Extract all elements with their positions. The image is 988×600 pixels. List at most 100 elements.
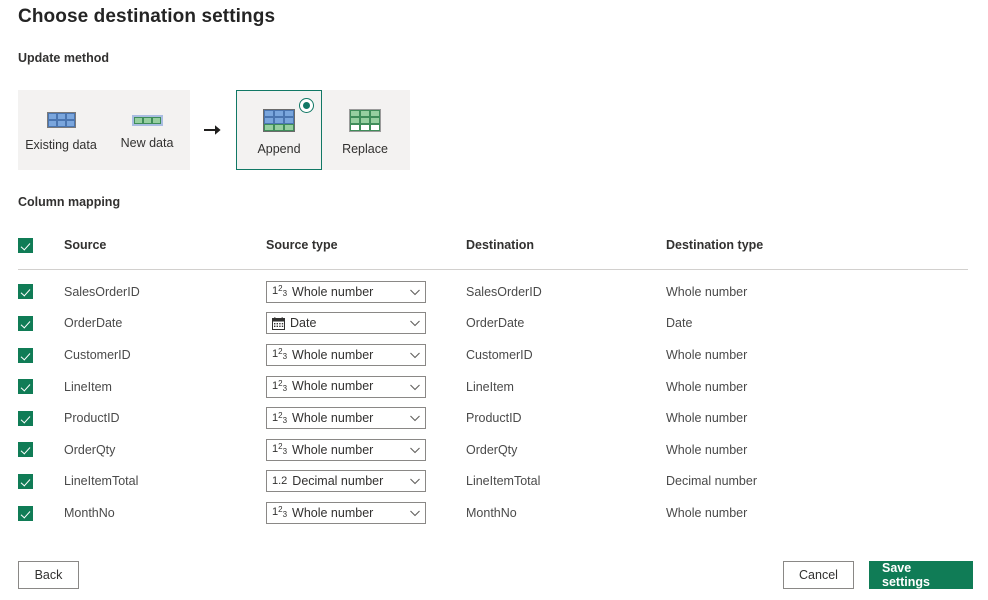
tile-new-data-label: New data: [120, 135, 174, 150]
header-source: Source: [64, 232, 266, 270]
table-row: SalesOrderID 1 2 3 Whole number SalesOrderID W…: [18, 270, 968, 308]
row-checkbox[interactable]: [18, 505, 33, 521]
cell-source: ProductID: [64, 411, 120, 426]
row-checkbox-cell: [18, 371, 64, 403]
table-append-icon: [263, 108, 295, 132]
table-row: LineItemTotal 1.2 Decimal number LineItemTo…: [18, 466, 968, 498]
calendar-icon: [272, 317, 285, 330]
whole-number-icon: 123: [272, 410, 288, 425]
whole-number-icon: 123: [272, 442, 288, 457]
table-row: OrderDate Date OrderDate Date: [18, 308, 968, 340]
row-checkbox[interactable]: [18, 347, 33, 363]
column-mapping-table: Source Source type Destination Destinati…: [18, 232, 968, 529]
cell-destination: ProductID: [466, 411, 522, 426]
cell-source: OrderQty: [64, 442, 116, 457]
source-type-dropdown[interactable]: 1 2 3 Whole number: [266, 438, 426, 461]
chevron-down-icon: [409, 286, 421, 298]
cell-destination-type: Whole number: [666, 379, 748, 394]
cell-destination: LineItemTotal: [466, 474, 541, 489]
cell-destination: CustomerID: [466, 347, 533, 362]
table-row: OrderQty 1 2 3 Whole number OrderQty Whole num…: [18, 434, 968, 466]
page-title: Choose destination settings: [18, 6, 276, 27]
tile-append-label: Append: [257, 141, 301, 156]
tile-append[interactable]: Append: [236, 90, 322, 170]
cell-source: SalesOrderID: [64, 284, 140, 299]
select-all-checkbox[interactable]: [18, 237, 33, 253]
cell-destination-type: Decimal number: [666, 474, 758, 489]
cell-destination: MonthNo: [466, 505, 517, 520]
source-type-value: Decimal number: [292, 475, 384, 488]
row-checkbox-cell: [18, 497, 64, 529]
cell-source-type: 1 2 3 Whole number: [266, 371, 466, 403]
row-checkbox[interactable]: [18, 410, 33, 426]
row-checkbox-cell: [18, 466, 64, 498]
cell-source-type: 1 2 3 Whole number: [266, 270, 466, 308]
cell-source: CustomerID: [64, 347, 131, 362]
chevron-down-icon: [409, 444, 421, 456]
row-checkbox-cell: [18, 402, 64, 434]
row-checkbox[interactable]: [18, 379, 33, 395]
source-data-panel: Existing data New data: [18, 90, 190, 170]
tile-new-data[interactable]: New data: [104, 90, 190, 170]
cancel-button[interactable]: Cancel: [783, 561, 854, 589]
chevron-down-icon: [409, 412, 421, 424]
cell-destination-type: Whole number: [666, 505, 748, 520]
row-checkbox[interactable]: [18, 473, 33, 489]
cell-source: LineItemTotal: [64, 474, 139, 489]
header-destination: Destination: [466, 232, 666, 270]
whole-number-icon: 123: [272, 347, 288, 362]
cell-source: LineItem: [64, 379, 112, 394]
row-checkbox[interactable]: [18, 284, 33, 300]
table-row: LineItem 1 2 3 Whole number LineItem Whole num…: [18, 371, 968, 403]
cell-destination-type: Whole number: [666, 442, 748, 457]
cell-source-type: 1 2 3 Whole number: [266, 497, 466, 529]
source-type-value: Whole number: [292, 411, 374, 425]
row-checkbox-cell: [18, 308, 64, 340]
source-type-dropdown[interactable]: 1 2 3 Whole number: [266, 375, 426, 398]
save-button[interactable]: Save settings: [869, 561, 973, 589]
tile-replace[interactable]: Replace: [322, 90, 408, 170]
chevron-down-icon: [409, 507, 421, 519]
whole-number-icon: 123: [272, 379, 288, 394]
chevron-down-icon: [409, 475, 421, 487]
source-type-dropdown[interactable]: 1 2 3 Whole number: [266, 501, 426, 524]
header-source-type: Source type: [266, 232, 466, 270]
source-type-dropdown[interactable]: 1 2 3 Whole number: [266, 407, 426, 430]
tile-existing-data[interactable]: Existing data: [18, 90, 104, 170]
row-checkbox-cell: [18, 270, 64, 308]
destination-action-panel: Append Replace: [236, 90, 410, 170]
cell-source-type: 1.2 Decimal number: [266, 466, 466, 498]
source-type-value: Whole number: [292, 380, 374, 393]
cell-source-type: 1 2 3 Whole number: [266, 339, 466, 371]
decimal-number-icon: 1.2: [272, 474, 288, 487]
arrow-right-icon: [190, 90, 236, 170]
table-existing-data-icon: [46, 112, 76, 129]
source-type-dropdown[interactable]: Date: [266, 312, 426, 335]
cell-source-type: 1 2 3 Whole number: [266, 402, 466, 434]
tile-replace-label: Replace: [342, 141, 388, 156]
source-type-dropdown[interactable]: 1 2 3 Whole number: [266, 343, 426, 366]
source-type-dropdown[interactable]: 1 2 3 Whole number: [266, 280, 426, 303]
select-all-header: [18, 232, 64, 270]
row-checkbox[interactable]: [18, 315, 33, 331]
cell-destination-type: Date: [666, 316, 693, 331]
radio-selected-icon: [299, 98, 314, 113]
row-checkbox[interactable]: [18, 442, 33, 458]
update-method-selector: Existing data New data Append Replace: [18, 90, 410, 170]
whole-number-icon: 123: [272, 505, 288, 520]
source-type-value: Whole number: [292, 443, 374, 457]
cell-source: OrderDate: [64, 316, 123, 331]
chevron-down-icon: [409, 349, 421, 361]
source-type-value: Whole number: [292, 348, 374, 362]
back-button[interactable]: Back: [18, 561, 79, 589]
chevron-down-icon: [409, 381, 421, 393]
row-checkbox-cell: [18, 339, 64, 371]
source-type-value: Date: [290, 317, 317, 330]
row-checkbox-cell: [18, 434, 64, 466]
table-row: ProductID 1 2 3 Whole number ProductID Whole n…: [18, 402, 968, 434]
cell-destination: OrderQty: [466, 442, 518, 457]
table-replace-icon: [349, 108, 381, 132]
source-type-dropdown[interactable]: 1.2 Decimal number: [266, 470, 426, 493]
column-mapping-label: Column mapping: [18, 195, 121, 209]
source-type-value: Whole number: [292, 285, 374, 299]
